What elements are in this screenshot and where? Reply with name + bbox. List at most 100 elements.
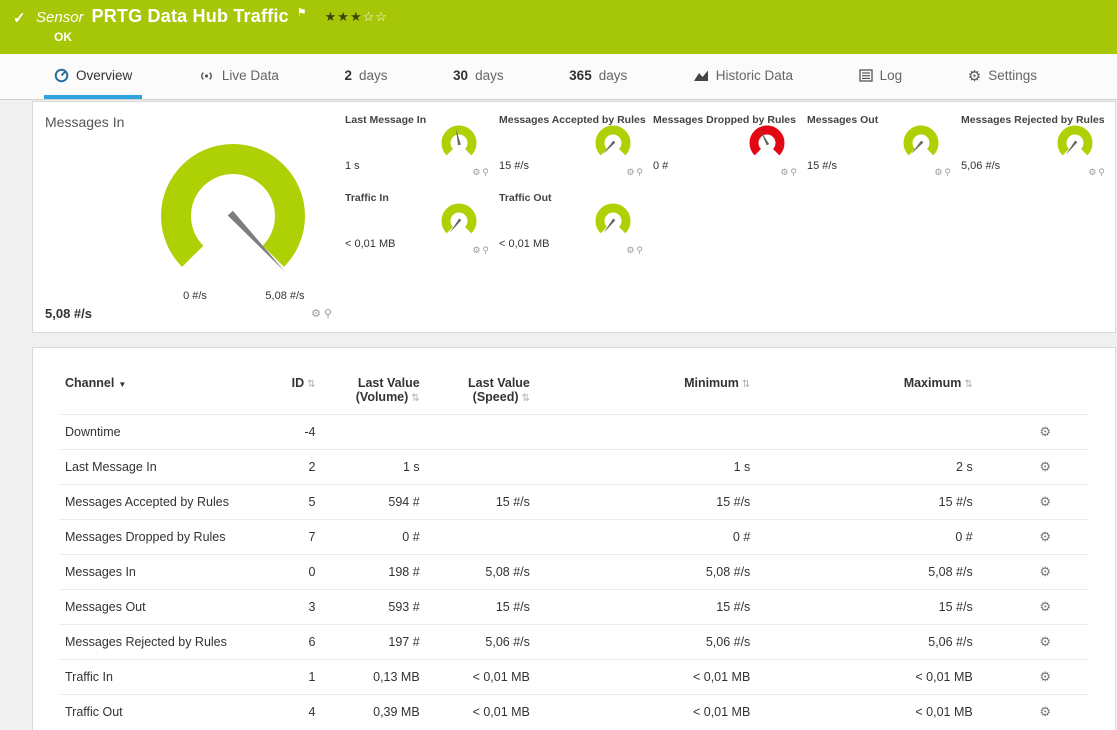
table-row[interactable]: Messages Rejected by Rules 6 197 # 5,06 … (59, 625, 1089, 660)
gauge-pin-icon[interactable]: ⚲ (944, 167, 953, 177)
gauge-settings-icon[interactable]: ⚙ (1088, 167, 1098, 177)
tab-historic-data[interactable]: Historic Data (683, 54, 803, 99)
gauge-settings-icon[interactable]: ⚙ (472, 245, 482, 255)
gauge[interactable] (591, 200, 635, 238)
tab-log[interactable]: Log (849, 54, 913, 99)
table-header-row: Channel▼ ID⇅ Last Value(Volume)⇅ Last Va… (59, 372, 1089, 415)
gauge-settings-icon[interactable]: ⚙ (626, 245, 636, 255)
tab-number: 2 (344, 68, 352, 83)
gauge-pin-icon[interactable]: ⚲ (324, 308, 335, 320)
table-row[interactable]: Traffic Out 4 0,39 MB < 0,01 MB < 0,01 M… (59, 695, 1089, 730)
channel-settings-icon[interactable]: ⚙ (1039, 634, 1051, 649)
channel-settings-icon[interactable]: ⚙ (1039, 494, 1051, 509)
table-row[interactable]: Messages In 0 198 # 5,08 #/s 5,08 #/s 5,… (59, 555, 1089, 590)
channel-name[interactable]: Downtime (59, 415, 279, 450)
primary-gauge-panel[interactable]: Messages In 0 #/s 5,08 #/s 5,08 #/s ⚙⚲ (33, 102, 345, 332)
last-value-volume: 0,39 MB (322, 695, 426, 730)
channel-name[interactable]: Last Message In (59, 450, 279, 485)
mini-gauge-messages-accepted[interactable]: Messages Accepted by Rules 15 #/s ⚙⚲ (499, 114, 653, 192)
gauge-value: 15 #/s (499, 160, 529, 172)
mini-gauge-traffic-in[interactable]: Traffic In < 0,01 MB ⚙⚲ (345, 192, 499, 270)
tab-live-data[interactable]: Live Data (188, 54, 289, 99)
channel-name[interactable]: Messages Dropped by Rules (59, 520, 279, 555)
channel-name[interactable]: Messages Out (59, 590, 279, 625)
table-row[interactable]: Last Message In 2 1 s 1 s 2 s ⚙ (59, 450, 1089, 485)
mini-gauge-messages-out[interactable]: Messages Out 15 #/s ⚙⚲ (807, 114, 961, 192)
primary-gauge[interactable] (133, 126, 333, 291)
gauge-pin-icon[interactable]: ⚲ (482, 245, 491, 255)
minimum-value: < 0,01 MB (536, 660, 756, 695)
gauge[interactable] (745, 122, 789, 160)
gauge-pin-icon[interactable]: ⚲ (1098, 167, 1107, 177)
channel-settings-icon[interactable]: ⚙ (1039, 564, 1051, 579)
minimum-value: 1 s (536, 450, 756, 485)
mini-gauge-traffic-out[interactable]: Traffic Out < 0,01 MB ⚙⚲ (499, 192, 653, 270)
channel-name[interactable]: Messages Rejected by Rules (59, 625, 279, 660)
sensor-header-group: Sensor PRTG Data Hub Traffic ⚑ ★★★☆☆ OK (36, 6, 388, 44)
table-row[interactable]: Traffic In 1 0,13 MB < 0,01 MB < 0,01 MB… (59, 660, 1089, 695)
table-row[interactable]: Messages Out 3 593 # 15 #/s 15 #/s 15 #/… (59, 590, 1089, 625)
mini-gauge-messages-rejected[interactable]: Messages Rejected by Rules 5,06 #/s ⚙⚲ (961, 114, 1115, 192)
tab-overview[interactable]: Overview (44, 54, 142, 99)
sort-icon: ⇅ (307, 379, 315, 390)
minimum-value: < 0,01 MB (536, 695, 756, 730)
gauge[interactable] (591, 122, 635, 160)
maximum-value: < 0,01 MB (756, 660, 978, 695)
gauge[interactable] (899, 122, 943, 160)
channel-settings-icon[interactable]: ⚙ (1039, 529, 1051, 544)
star-filled-icon[interactable]: ★ (350, 9, 363, 24)
star-empty-icon[interactable]: ☆ (363, 9, 376, 24)
gauge-pin-icon[interactable]: ⚲ (790, 167, 799, 177)
channel-name[interactable]: Messages In (59, 555, 279, 590)
col-minimum[interactable]: Minimum⇅ (536, 372, 756, 415)
gauge-pin-icon[interactable]: ⚲ (482, 167, 491, 177)
gauge-settings-icon[interactable]: ⚙ (780, 167, 790, 177)
object-kind-label: Sensor (36, 9, 84, 26)
priority-stars[interactable]: ★★★☆☆ (325, 9, 388, 25)
gauge-pin-icon[interactable]: ⚲ (636, 167, 645, 177)
channel-settings-icon[interactable]: ⚙ (1039, 424, 1051, 439)
gauges-panel: Messages In 0 #/s 5,08 #/s 5,08 #/s ⚙⚲ L… (32, 101, 1116, 333)
channel-settings-icon[interactable]: ⚙ (1039, 704, 1051, 719)
sensor-header: ✓ Sensor PRTG Data Hub Traffic ⚑ ★★★☆☆ O… (0, 0, 1117, 54)
tab-30-days[interactable]: 30 days (443, 54, 514, 99)
minimum-value: 5,06 #/s (536, 625, 756, 660)
channel-settings-icon[interactable]: ⚙ (1039, 599, 1051, 614)
gauge-settings-icon[interactable]: ⚙ (626, 167, 636, 177)
mini-gauge-last-message-in[interactable]: Last Message In 1 s ⚙⚲ (345, 114, 499, 192)
gauge[interactable] (437, 122, 481, 160)
channel-name[interactable]: Messages Accepted by Rules (59, 485, 279, 520)
col-maximum[interactable]: Maximum⇅ (756, 372, 978, 415)
col-id[interactable]: ID⇅ (279, 372, 321, 415)
gauge-settings-icon[interactable]: ⚙ (311, 308, 324, 320)
gauge-settings-icon[interactable]: ⚙ (934, 167, 944, 177)
gauge-pin-icon[interactable]: ⚲ (636, 245, 645, 255)
col-last-value-volume[interactable]: Last Value(Volume)⇅ (322, 372, 426, 415)
channel-settings-icon[interactable]: ⚙ (1039, 669, 1051, 684)
minimum-value: 5,08 #/s (536, 555, 756, 590)
gauge[interactable] (1053, 122, 1097, 160)
channel-settings-icon[interactable]: ⚙ (1039, 459, 1051, 474)
col-last-value-speed[interactable]: Last Value(Speed)⇅ (426, 372, 536, 415)
last-value-volume: 593 # (322, 590, 426, 625)
channel-id: 3 (279, 590, 321, 625)
tab-2-days[interactable]: 2 days (334, 54, 397, 99)
tab-365-days[interactable]: 365 days (559, 54, 637, 99)
tab-settings[interactable]: ⚙ Settings (958, 54, 1047, 99)
star-filled-icon[interactable]: ★ (325, 9, 338, 24)
mini-gauge-messages-dropped[interactable]: Messages Dropped by Rules 0 # ⚙⚲ (653, 114, 807, 192)
minimum-value: 15 #/s (536, 485, 756, 520)
tab-bar: Overview Live Data 2 days 30 days 365 da… (0, 54, 1117, 100)
favorite-flag-icon[interactable]: ⚑ (297, 6, 307, 19)
table-row[interactable]: Downtime -4 ⚙ (59, 415, 1089, 450)
col-channel[interactable]: Channel▼ (59, 372, 279, 415)
table-row[interactable]: Messages Dropped by Rules 7 0 # 0 # 0 # … (59, 520, 1089, 555)
star-filled-icon[interactable]: ★ (337, 9, 350, 24)
channel-name[interactable]: Traffic Out (59, 695, 279, 730)
gauge[interactable] (437, 200, 481, 238)
gauge-settings-icon[interactable]: ⚙ (472, 167, 482, 177)
table-row[interactable]: Messages Accepted by Rules 5 594 # 15 #/… (59, 485, 1089, 520)
maximum-value: < 0,01 MB (756, 695, 978, 730)
star-empty-icon[interactable]: ☆ (375, 9, 388, 24)
channel-name[interactable]: Traffic In (59, 660, 279, 695)
